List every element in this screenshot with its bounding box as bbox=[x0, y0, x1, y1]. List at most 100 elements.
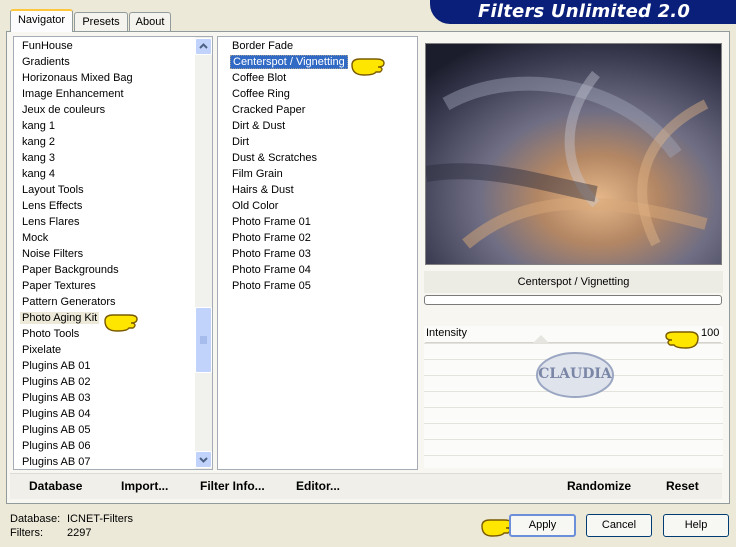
scroll-down-button[interactable] bbox=[195, 451, 212, 468]
category-item-label: Mock bbox=[22, 232, 49, 244]
database-label: Database: bbox=[10, 513, 61, 525]
category-item-label: Pixelate bbox=[22, 344, 62, 356]
category-item[interactable]: Plugins AB 07 bbox=[14, 454, 194, 469]
filters-count-label: Filters: bbox=[10, 527, 43, 539]
tab-navigator-label: Navigator bbox=[17, 14, 66, 26]
category-item-label: Pattern Generators bbox=[22, 296, 116, 308]
help-button[interactable]: Help bbox=[663, 514, 729, 537]
category-item-label: Lens Effects bbox=[22, 200, 83, 212]
category-item[interactable]: Horizonaus Mixed Bag bbox=[14, 70, 194, 86]
tab-presets[interactable]: Presets bbox=[74, 12, 128, 31]
filter-item[interactable]: Dirt bbox=[224, 134, 414, 150]
filter-item[interactable]: Photo Frame 03 bbox=[224, 246, 414, 262]
tab-about-label: About bbox=[135, 16, 165, 28]
category-item[interactable]: Plugins AB 05 bbox=[14, 422, 194, 438]
category-item-label: kang 4 bbox=[22, 168, 56, 180]
filter-item-label: Dirt bbox=[232, 136, 250, 148]
category-item[interactable]: Pattern Generators bbox=[14, 294, 194, 310]
tab-presets-label: Presets bbox=[82, 16, 120, 28]
category-item-label: Plugins AB 07 bbox=[22, 456, 91, 468]
filter-item[interactable]: Cracked Paper bbox=[224, 102, 414, 118]
filter-item[interactable]: Dirt & Dust bbox=[224, 118, 414, 134]
category-list[interactable]: FunHouse Gradients Horizonaus Mixed Bag Ima… bbox=[13, 36, 213, 470]
filter-item[interactable]: Old Color bbox=[224, 198, 414, 214]
apply-button[interactable]: Apply bbox=[509, 514, 576, 537]
category-item-label: Lens Flares bbox=[22, 216, 80, 228]
category-item[interactable]: Layout Tools bbox=[14, 182, 194, 198]
category-item-label: FunHouse bbox=[22, 40, 73, 52]
filter-item-label: Old Color bbox=[232, 200, 279, 212]
filter-item-label: Photo Frame 02 bbox=[232, 232, 311, 244]
scroll-thumb[interactable] bbox=[195, 307, 212, 373]
filter-item-label: Centerspot / Vignetting bbox=[230, 55, 348, 69]
category-item[interactable]: Plugins AB 02 bbox=[14, 374, 194, 390]
filter-item-label: Hairs & Dust bbox=[232, 184, 294, 196]
category-item-label: Paper Textures bbox=[22, 280, 96, 292]
category-item[interactable]: Plugins AB 04 bbox=[14, 406, 194, 422]
filter-item[interactable]: Film Grain bbox=[224, 166, 414, 182]
filter-item[interactable]: Photo Frame 02 bbox=[224, 230, 414, 246]
category-item[interactable]: Lens Flares bbox=[14, 214, 194, 230]
category-item[interactable]: Paper Textures bbox=[14, 278, 194, 294]
import-link[interactable]: Import... bbox=[121, 479, 168, 493]
pointer-hand-icon bbox=[351, 58, 385, 76]
category-item[interactable]: Noise Filters bbox=[14, 246, 194, 262]
filter-item[interactable]: Dust & Scratches bbox=[224, 150, 414, 166]
category-item-label: Plugins AB 01 bbox=[22, 360, 91, 372]
category-item[interactable]: Jeux de couleurs bbox=[14, 102, 194, 118]
filter-item-label: Photo Frame 05 bbox=[232, 280, 311, 292]
grip-icon bbox=[200, 336, 207, 344]
category-item[interactable]: FunHouse bbox=[14, 38, 194, 54]
filter-item[interactable]: Photo Frame 05 bbox=[224, 278, 414, 294]
scroll-up-button[interactable] bbox=[195, 38, 212, 55]
category-item[interactable]: Plugins AB 03 bbox=[14, 390, 194, 406]
filter-item[interactable]: Photo Frame 04 bbox=[224, 262, 414, 278]
intensity-label: Intensity bbox=[426, 327, 467, 339]
slider-thumb-icon[interactable] bbox=[533, 335, 549, 343]
filter-item[interactable]: Border Fade bbox=[224, 38, 414, 54]
category-item-label: Horizonaus Mixed Bag bbox=[22, 72, 133, 84]
category-item[interactable]: Pixelate bbox=[14, 342, 194, 358]
chevron-up-icon bbox=[199, 43, 208, 49]
preview-image bbox=[425, 43, 722, 265]
category-item[interactable]: Mock bbox=[14, 230, 194, 246]
editor-link[interactable]: Editor... bbox=[296, 479, 340, 493]
filter-item-label: Cracked Paper bbox=[232, 104, 306, 116]
category-item[interactable]: Lens Effects bbox=[14, 198, 194, 214]
category-item-label: kang 3 bbox=[22, 152, 56, 164]
filter-item[interactable]: Hairs & Dust bbox=[224, 182, 414, 198]
category-item-label: Plugins AB 02 bbox=[22, 376, 91, 388]
database-link[interactable]: Database bbox=[29, 479, 82, 493]
category-item[interactable]: Gradients bbox=[14, 54, 194, 70]
tab-navigator[interactable]: Navigator bbox=[10, 9, 73, 32]
randomize-link[interactable]: Randomize bbox=[567, 479, 631, 493]
category-scrollbar[interactable] bbox=[195, 37, 212, 469]
filter-item[interactable]: Photo Frame 01 bbox=[224, 214, 414, 230]
intensity-value[interactable]: 100 bbox=[701, 327, 719, 339]
filter-item-label: Film Grain bbox=[232, 168, 283, 180]
svg-text:CLAUDIA: CLAUDIA bbox=[538, 366, 613, 382]
reset-link[interactable]: Reset bbox=[666, 479, 699, 493]
category-item[interactable]: kang 3 bbox=[14, 150, 194, 166]
category-item-label: Photo Aging Kit bbox=[20, 312, 100, 324]
app-title: Filters Unlimited 2.0 bbox=[478, 1, 691, 22]
category-item[interactable]: kang 4 bbox=[14, 166, 194, 182]
filter-list[interactable]: Border Fade Centerspot / Vignetting Coffee… bbox=[217, 36, 418, 470]
category-item[interactable]: kang 1 bbox=[14, 118, 194, 134]
tab-about[interactable]: About bbox=[129, 12, 171, 31]
filter-item-label: Photo Frame 04 bbox=[232, 264, 311, 276]
filter-item[interactable]: Coffee Ring bbox=[224, 86, 414, 102]
category-item-label: kang 2 bbox=[22, 136, 56, 148]
category-item[interactable]: kang 2 bbox=[14, 134, 194, 150]
category-item[interactable]: Plugins AB 06 bbox=[14, 438, 194, 454]
category-item-label: Jeux de couleurs bbox=[22, 104, 106, 116]
filter-info-link[interactable]: Filter Info... bbox=[200, 479, 265, 493]
category-item[interactable]: Plugins AB 01 bbox=[14, 358, 194, 374]
watermark-logo: CLAUDIA bbox=[536, 352, 614, 398]
category-item[interactable]: Paper Backgrounds bbox=[14, 262, 194, 278]
cancel-button[interactable]: Cancel bbox=[586, 514, 652, 537]
category-item-label: Image Enhancement bbox=[22, 88, 124, 100]
progress-bar bbox=[424, 295, 722, 305]
category-item[interactable]: Image Enhancement bbox=[14, 86, 194, 102]
category-item-label: Noise Filters bbox=[22, 248, 84, 260]
